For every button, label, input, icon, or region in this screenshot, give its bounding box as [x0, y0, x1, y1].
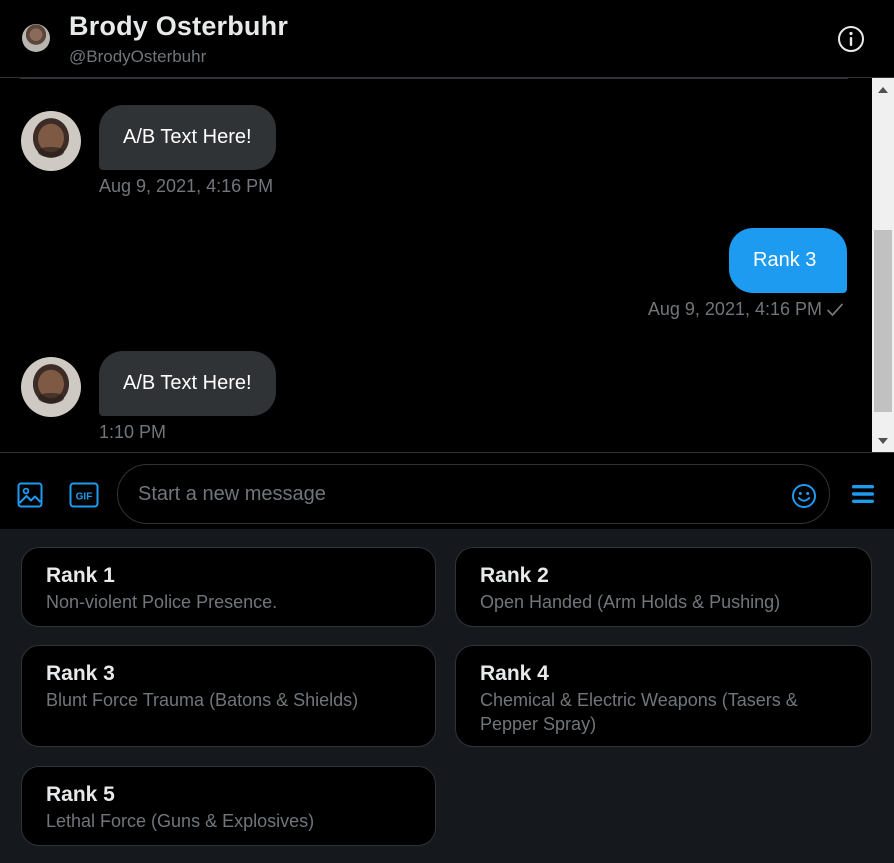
image-icon[interactable]	[16, 481, 44, 509]
scrollbar[interactable]	[872, 78, 894, 452]
quick-reply-panel: Rank 1 Non-violent Police Presence. Rank…	[0, 529, 894, 863]
quick-reply-title: Rank 4	[480, 662, 549, 685]
quick-reply-description: Chemical & Electric Weapons (Tasers & Pe…	[480, 690, 798, 734]
message-timestamp: Aug 9, 2021, 4:16 PM	[99, 176, 274, 196]
quick-reply-title: Rank 1	[46, 564, 115, 587]
quick-reply-title: Rank 2	[480, 564, 549, 587]
header-avatar[interactable]	[22, 24, 50, 52]
message-input-wrapper	[117, 464, 830, 524]
message-composer: GIF	[0, 452, 894, 529]
quick-reply-title: Rank 5	[46, 783, 115, 806]
quick-reply-option[interactable]: Rank 4 Chemical & Electric Weapons (Tase…	[455, 645, 872, 747]
contact-handle[interactable]: @BrodyOsterbuhr	[69, 47, 206, 67]
quick-reply-menu-icon[interactable]	[851, 483, 875, 505]
info-icon[interactable]	[837, 25, 865, 53]
gif-label: GIF	[76, 492, 93, 503]
message-input[interactable]	[138, 465, 778, 523]
quick-reply-description: Open Handed (Arm Holds & Pushing)	[480, 592, 781, 612]
quick-reply-option[interactable]: Rank 1 Non-violent Police Presence.	[21, 547, 436, 627]
quick-reply-option[interactable]: Rank 5 Lethal Force (Guns & Explosives)	[21, 766, 436, 846]
scrollbar-thumb[interactable]	[874, 230, 892, 412]
message-bubble-incoming[interactable]: A/B Text Here!	[99, 105, 276, 170]
message-bubble-incoming[interactable]: A/B Text Here!	[99, 351, 276, 416]
avatar[interactable]	[21, 357, 81, 417]
message-list[interactable]: A/B Text Here! Aug 9, 2021, 4:16 PM Rank…	[0, 78, 872, 452]
quick-reply-description: Lethal Force (Guns & Explosives)	[46, 811, 315, 831]
divider	[20, 78, 848, 79]
scroll-down-icon[interactable]	[872, 430, 894, 452]
quick-reply-description: Blunt Force Trauma (Batons & Shields)	[46, 690, 359, 710]
quick-reply-option[interactable]: Rank 2 Open Handed (Arm Holds & Pushing)	[455, 547, 872, 627]
quick-reply-description: Non-violent Police Presence.	[46, 592, 278, 612]
conversation-header: Brody Osterbuhr @BrodyOsterbuhr	[0, 0, 894, 78]
checkmark-icon	[827, 303, 843, 316]
message-bubble-outgoing[interactable]: Rank 3	[729, 228, 847, 293]
message-timestamp: 1:10 PM	[99, 422, 167, 442]
avatar[interactable]	[21, 111, 81, 171]
emoji-icon[interactable]	[791, 483, 817, 509]
contact-name[interactable]: Brody Osterbuhr	[69, 11, 288, 42]
quick-reply-option[interactable]: Rank 3 Blunt Force Trauma (Batons & Shie…	[21, 645, 436, 747]
gif-icon[interactable]: GIF	[69, 482, 99, 508]
scroll-up-icon[interactable]	[872, 78, 894, 100]
message-timestamp: Aug 9, 2021, 4:16 PM	[647, 299, 822, 319]
quick-reply-title: Rank 3	[46, 662, 115, 685]
